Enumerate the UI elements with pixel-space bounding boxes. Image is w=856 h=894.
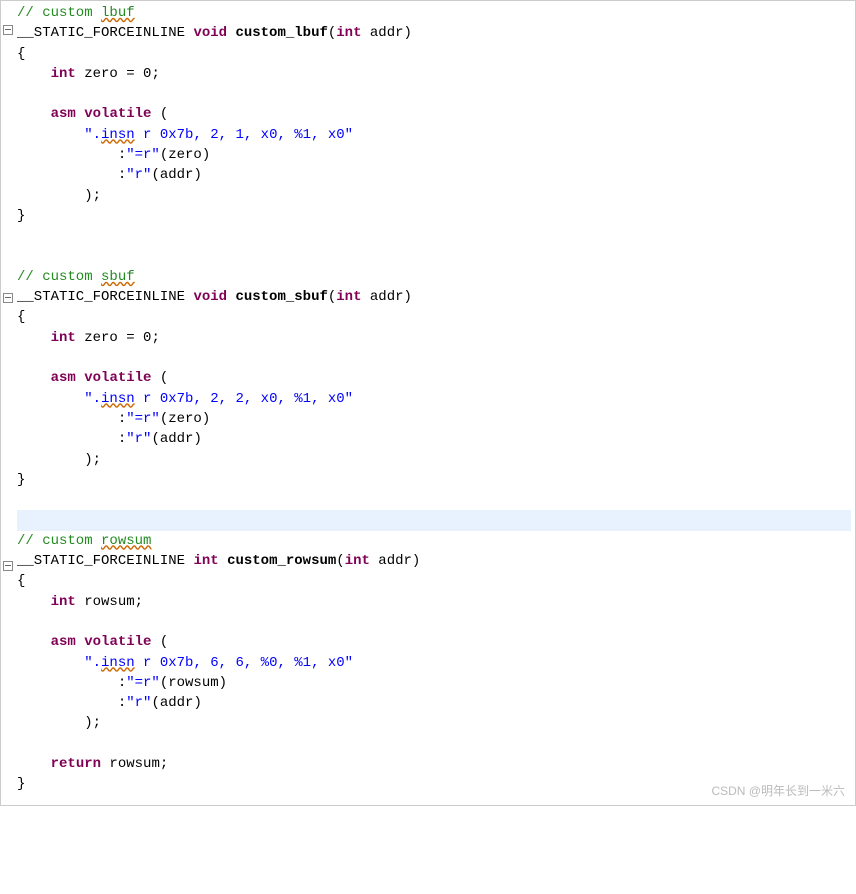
code-line [17,247,851,267]
code-line [17,84,851,104]
code-area[interactable]: // custom lbuf__STATIC_FORCEINLINE void … [15,1,855,805]
code-line: ); [17,450,851,470]
code-line: ); [17,186,851,206]
code-line: ".insn r 0x7b, 2, 2, x0, %1, x0" [17,389,851,409]
fold-icon[interactable] [3,25,13,35]
code-line: // custom lbuf [17,3,851,23]
code-line: int zero = 0; [17,328,851,348]
code-line [17,612,851,632]
code-line: asm volatile ( [17,368,851,388]
code-line: // custom sbuf [17,267,851,287]
code-editor: // custom lbuf__STATIC_FORCEINLINE void … [1,1,855,805]
code-line: :"=r"(rowsum) [17,673,851,693]
code-line: __STATIC_FORCEINLINE void custom_lbuf(in… [17,23,851,43]
code-line: ".insn r 0x7b, 6, 6, %0, %1, x0" [17,653,851,673]
code-line: __STATIC_FORCEINLINE void custom_sbuf(in… [17,287,851,307]
code-line: { [17,307,851,327]
code-line: int rowsum; [17,592,851,612]
code-line [17,348,851,368]
code-line: ".insn r 0x7b, 2, 1, x0, %1, x0" [17,125,851,145]
code-line: :"=r"(zero) [17,409,851,429]
code-line: :"=r"(zero) [17,145,851,165]
code-line: { [17,44,851,64]
code-line: return rowsum; [17,754,851,774]
code-line: :"r"(addr) [17,693,851,713]
fold-icon[interactable] [3,561,13,571]
code-line: asm volatile ( [17,104,851,124]
code-line: } [17,470,851,490]
code-line: { [17,571,851,591]
code-line: asm volatile ( [17,632,851,652]
code-line: } [17,206,851,226]
code-line: // custom rowsum [17,531,851,551]
code-line: :"r"(addr) [17,165,851,185]
watermark: CSDN @明年长到一米六 [711,782,845,799]
code-line: :"r"(addr) [17,429,851,449]
code-line [17,510,851,530]
code-line: ); [17,713,851,733]
code-line: __STATIC_FORCEINLINE int custom_rowsum(i… [17,551,851,571]
code-line: int zero = 0; [17,64,851,84]
fold-icon[interactable] [3,293,13,303]
code-line [17,226,851,246]
fold-gutter [1,1,15,805]
code-line [17,490,851,510]
code-line [17,734,851,754]
